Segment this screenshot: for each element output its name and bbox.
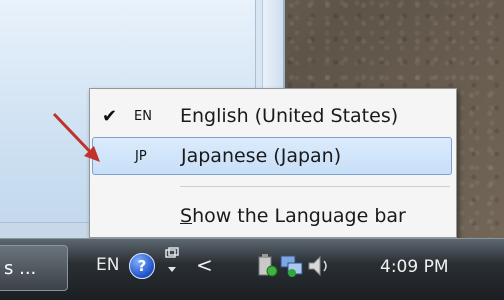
language-menu: ✔ EN English (United States) JP Japanese… — [89, 88, 457, 238]
label-rest: how the Language bar — [192, 205, 406, 227]
menu-item-show-language-bar[interactable]: Show the Language bar — [92, 197, 452, 235]
tray-icons — [258, 254, 327, 277]
language-abbreviation: EN — [134, 108, 152, 124]
access-key: S — [180, 205, 193, 227]
menu-item-label: Show the Language bar — [180, 205, 406, 227]
network-icon[interactable] — [280, 255, 303, 277]
menu-separator — [180, 186, 450, 187]
taskbar-window-button[interactable]: s ... — [0, 245, 68, 291]
volume-icon[interactable] — [308, 255, 327, 277]
menu-item-label: English (United States) — [180, 105, 399, 127]
chevron-left-icon[interactable]: < — [196, 253, 213, 277]
clock[interactable]: 4:09 PM — [380, 257, 449, 277]
help-icon[interactable]: ? — [129, 253, 155, 279]
menu-item-japanese[interactable]: JP Japanese (Japan) — [92, 137, 452, 175]
restore-icon[interactable] — [163, 247, 181, 279]
menu-item-label: Japanese (Japan) — [181, 145, 342, 167]
language-indicator[interactable]: EN — [96, 255, 119, 275]
menu-item-english[interactable]: ✔ EN English (United States) — [92, 97, 452, 135]
red-arrow-annotation — [52, 112, 100, 162]
language-abbreviation: JP — [135, 148, 147, 164]
taskbar: s ... EN ? < 4:09 PM — [0, 238, 504, 300]
safely-remove-hardware-icon[interactable] — [258, 254, 278, 277]
